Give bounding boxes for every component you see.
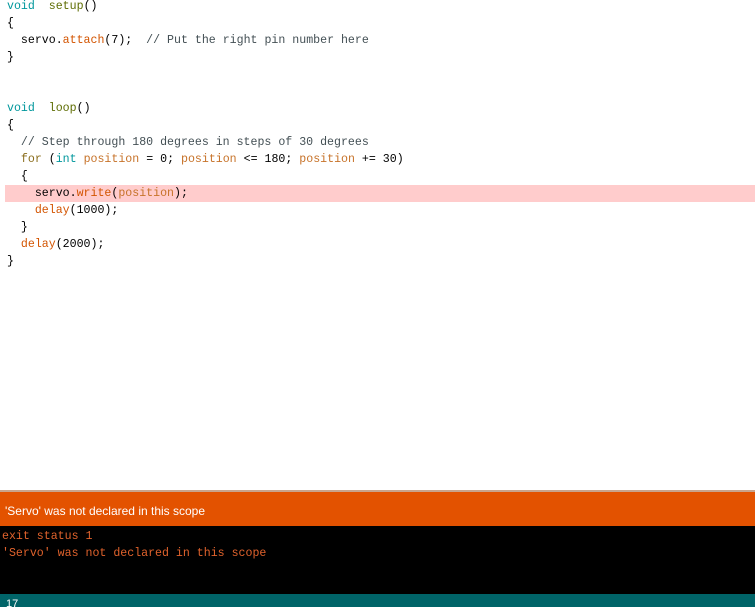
code-line: delay(1000); xyxy=(0,202,755,219)
code-token: void xyxy=(7,0,35,13)
code-line: delay(2000); xyxy=(0,236,755,253)
error-message: 'Servo' was not declared in this scope xyxy=(5,504,206,518)
code-token: ); xyxy=(174,187,188,200)
code-token: delay xyxy=(20,238,56,251)
code-line: void setup() xyxy=(0,0,755,15)
code-token: (2000); xyxy=(55,238,105,251)
code-token: ( xyxy=(41,153,56,166)
console-output[interactable]: exit status 1 'Servo' was not declared in… xyxy=(0,526,755,594)
code-token: loop xyxy=(48,102,77,115)
code-line: } xyxy=(0,253,755,270)
code-token: { xyxy=(7,170,28,183)
code-line: { xyxy=(0,117,755,134)
status-bar: 17 xyxy=(0,594,755,610)
code-token: // Step through 180 degrees in steps of … xyxy=(20,136,369,149)
code-token: int xyxy=(55,153,77,166)
code-token: { xyxy=(7,17,14,30)
code-line: { xyxy=(0,168,755,185)
code-line: } xyxy=(0,49,755,66)
code-token: position xyxy=(299,153,355,166)
console-line: exit status 1 xyxy=(2,530,93,543)
code-line: void loop() xyxy=(0,100,755,117)
line-number: 17 xyxy=(6,598,19,610)
code-token: (7); xyxy=(104,34,147,47)
code-token: } xyxy=(7,51,14,64)
code-token: attach xyxy=(62,34,105,47)
code-line: for (int position = 0; position <= 180; … xyxy=(0,151,755,168)
error-message-bar: 'Servo' was not declared in this scope xyxy=(0,492,755,526)
code-token: for xyxy=(20,153,42,166)
code-editor[interactable]: void setup(){ servo.attach(7); // Put th… xyxy=(0,0,755,490)
code-line: { xyxy=(0,15,755,32)
code-token: += 30) xyxy=(354,153,404,166)
code-line: } xyxy=(0,219,755,236)
code-token: } xyxy=(7,221,28,234)
code-token: position xyxy=(180,153,237,166)
code-token: } xyxy=(7,255,14,268)
code-token: servo. xyxy=(7,34,63,47)
console-line: 'Servo' was not declared in this scope xyxy=(2,547,267,560)
code-token: position xyxy=(118,187,175,200)
code-line: servo.attach(7); // Put the right pin nu… xyxy=(0,32,755,49)
code-token: <= 180; xyxy=(236,153,300,166)
code-token: (1000); xyxy=(69,204,119,217)
code-line: // Step through 180 degrees in steps of … xyxy=(0,134,755,151)
code-token: delay xyxy=(34,204,70,217)
code-token: position xyxy=(83,153,140,166)
code-token: write xyxy=(76,187,112,200)
code-token: servo. xyxy=(7,187,77,200)
code-token: () xyxy=(76,102,91,115)
code-token: setup xyxy=(48,0,84,13)
code-token: void xyxy=(7,102,35,115)
code-token: { xyxy=(7,119,14,132)
code-token: // Put the right pin number here xyxy=(146,34,369,47)
code-token: = 0; xyxy=(139,153,181,166)
code-token: () xyxy=(83,0,98,13)
code-line-highlighted: servo.write(position); xyxy=(5,185,755,202)
